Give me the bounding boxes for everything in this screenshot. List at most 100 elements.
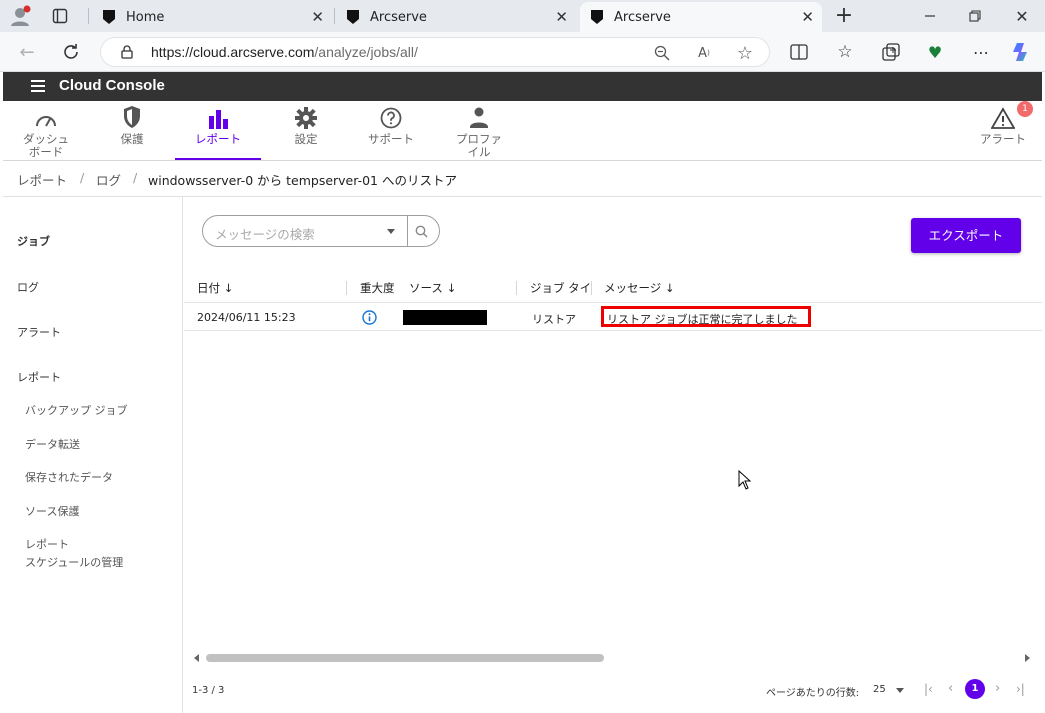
sidebar-item-alerts[interactable]: アラート [17,324,61,340]
next-page-icon[interactable]: › [995,681,1000,696]
close-window-icon[interactable]: ✕ [1012,6,1032,26]
breadcrumb-current: windowsserver-0 から tempserver-01 へのリストア [148,173,457,188]
horizontal-scrollbar[interactable] [192,652,1032,664]
sidebar-item-log[interactable]: ログ [17,279,39,295]
message-highlight: リストア ジョブは正常に完了しました [601,306,811,327]
search-input[interactable]: メッセージの検索 [215,224,315,243]
hamburger-menu-icon[interactable] [31,80,45,92]
sidebar-item-reports[interactable]: レポート [17,369,61,385]
sidebar: ジョブ ログ アラート レポート バックアップ ジョブ データ転送 保存されたデ… [3,197,183,713]
breadcrumb-log[interactable]: ログ [96,170,121,189]
url-text: https://cloud.arcserve.com/analyze/jobs/… [151,44,418,60]
sidebar-item-data-transfer[interactable]: データ転送 [25,436,80,452]
sidebar-item-backup-jobs[interactable]: バックアップ ジョブ [25,402,128,418]
column-source[interactable]: ソース ↓ [409,280,456,296]
arcserve-favicon-icon [347,10,359,24]
copilot-icon[interactable] [1010,40,1034,64]
more-options-icon[interactable]: ⋯ [970,41,992,63]
nav-settings[interactable]: 設定 [277,101,335,160]
redacted-source [403,310,487,325]
cell-date: 2024/06/11 15:23 [197,311,296,324]
arcserve-favicon-icon [591,10,603,24]
sidebar-item-source-protection[interactable]: ソース保護 [25,503,79,519]
bar-chart-icon [209,110,228,129]
breadcrumb: レポート / ログ / windowsserver-0 から tempserve… [3,161,1042,197]
zoom-icon[interactable] [653,44,671,62]
browser-essentials-icon[interactable]: ♥ [924,41,946,63]
nav-label: レポート [195,132,241,146]
search-icon[interactable] [413,223,429,239]
profile-avatar-icon[interactable] [8,4,32,28]
app-header: Cloud Console [3,72,1042,101]
url-host: https://cloud.arcserve.com [151,44,315,60]
url-field[interactable]: https://cloud.arcserve.com/analyze/jobs/… [100,37,770,67]
first-page-icon[interactable]: |‹ [924,682,933,696]
favorite-star-icon[interactable]: ☆ [735,43,755,64]
collections-icon[interactable] [880,41,902,63]
message-search[interactable]: メッセージの検索 [202,215,440,247]
breadcrumb-separator: / [80,170,85,185]
scroll-left-icon[interactable] [192,653,202,663]
nav-protect[interactable]: 保護 [103,101,161,160]
person-icon [470,107,488,128]
nav-label: 設定 [294,132,318,146]
rows-per-page-label: ページあたりの行数: [766,688,860,699]
column-date[interactable]: 日付 ↓ [197,280,233,296]
column-message[interactable]: メッセージ ↓ [604,280,675,296]
arcserve-favicon-icon [103,10,115,24]
dropdown-caret-icon[interactable] [387,229,395,234]
mouse-cursor-icon [738,470,752,490]
back-icon[interactable]: ← [16,41,38,63]
favorites-icon[interactable]: ☆ [834,41,856,63]
nav-profile[interactable]: プロファ イル [449,101,509,160]
browser-tab-arcserve[interactable]: Arcserve ✕ [336,2,576,32]
scroll-right-icon[interactable] [1022,653,1032,663]
breadcrumb-reports[interactable]: レポート [17,170,67,189]
info-severity-icon [361,309,377,325]
cell-message: リストア ジョブは正常に完了しました [607,313,798,326]
close-tab-icon[interactable]: ✕ [311,8,324,26]
last-page-icon[interactable]: ›| [1016,682,1025,696]
tab-actions-icon[interactable] [50,6,70,26]
table-header: 日付 ↓ 重大度 ソース ↓ ジョブ タイ メッセージ ↓ [184,275,1042,303]
previous-page-icon[interactable]: ‹ [948,681,953,696]
refresh-icon[interactable] [60,41,82,63]
cell-job-type: リストア [532,313,576,326]
nav-dashboard[interactable]: ダッシュ ボード [17,101,75,160]
row-range: 1-3 / 3 [192,685,225,696]
restore-icon[interactable] [965,6,985,26]
nav-label: プロファ イル [456,132,502,159]
nav-label: 保護 [120,132,144,146]
column-severity[interactable]: 重大度 [360,280,395,296]
sidebar-item-jobs[interactable]: ジョブ [17,233,50,249]
rows-per-page-caret-icon[interactable] [896,688,904,693]
sidebar-item-stored-data[interactable]: 保存されたデータ [25,469,113,485]
nav-reports[interactable]: レポート [175,101,261,160]
nav-alerts[interactable]: 1 アラート [973,101,1033,160]
app-title: Cloud Console [59,77,165,94]
breadcrumb-separator: / [133,170,138,185]
close-tab-icon[interactable]: ✕ [801,8,814,26]
close-tab-icon[interactable]: ✕ [555,8,568,26]
export-button[interactable]: エクスポート [911,218,1021,253]
top-navigation: ダッシュ ボード 保護 レポート 設定 サポート プロファ イル 1 アラート [3,101,1042,161]
table-footer: 1-3 / 3 ページあたりの行数: 25 |‹ ‹ 1 › ›| [184,677,1042,707]
nav-support[interactable]: サポート [361,101,421,160]
dashboard-icon [36,116,56,127]
split-screen-icon[interactable] [788,41,810,63]
page-button-current[interactable]: 1 [965,679,985,699]
minimize-icon[interactable] [920,6,940,26]
rows-per-page-select[interactable]: 25 [873,684,886,695]
read-aloud-icon[interactable]: A) [695,44,713,62]
scrollbar-thumb[interactable] [206,654,604,662]
new-tab-icon[interactable]: + [834,3,854,28]
browser-tab-home[interactable]: Home ✕ [92,2,332,32]
browser-tab-arcserve-active[interactable]: Arcserve ✕ [580,2,822,32]
table-row[interactable]: 2024/06/11 15:23 リストア リストア ジョブは正常に完了しました [184,304,1042,331]
sidebar-item-report-schedules[interactable]: レポート スケジュールの管理 [25,536,123,572]
tab-title: Arcserve [614,9,671,25]
gear-icon [295,107,317,129]
nav-label: サポート [368,132,414,146]
column-job-type[interactable]: ジョブ タイ [530,280,590,296]
lock-icon[interactable] [119,44,135,60]
